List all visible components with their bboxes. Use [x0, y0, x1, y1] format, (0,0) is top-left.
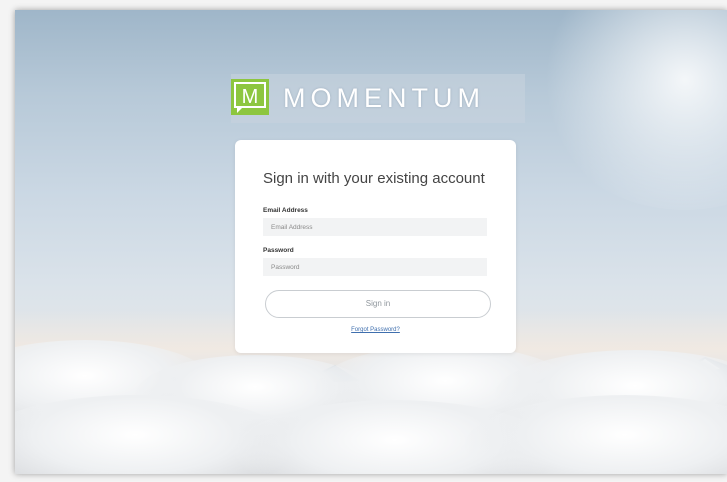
- email-label: Email Address: [263, 207, 308, 214]
- forgot-password-link[interactable]: Forgot Password?: [235, 327, 516, 333]
- login-title: Sign in with your existing account: [263, 170, 485, 187]
- sky-glow: [535, 10, 727, 210]
- window-frame: M MOMENTUM Sign in with your existing ac…: [0, 0, 727, 482]
- brand-name: MOMENTUM: [283, 83, 485, 113]
- login-page: M MOMENTUM Sign in with your existing ac…: [15, 10, 727, 474]
- sign-in-button[interactable]: Sign in: [265, 290, 491, 318]
- brand-logo: M MOMENTUM: [231, 74, 525, 123]
- login-card: Sign in with your existing account Email…: [235, 140, 516, 353]
- password-input[interactable]: [263, 258, 487, 276]
- cloud-layer: [15, 340, 727, 474]
- password-label: Password: [263, 247, 294, 254]
- email-input[interactable]: [263, 218, 487, 236]
- logo-letter: M: [242, 86, 259, 108]
- momentum-logo-icon: M: [231, 79, 269, 115]
